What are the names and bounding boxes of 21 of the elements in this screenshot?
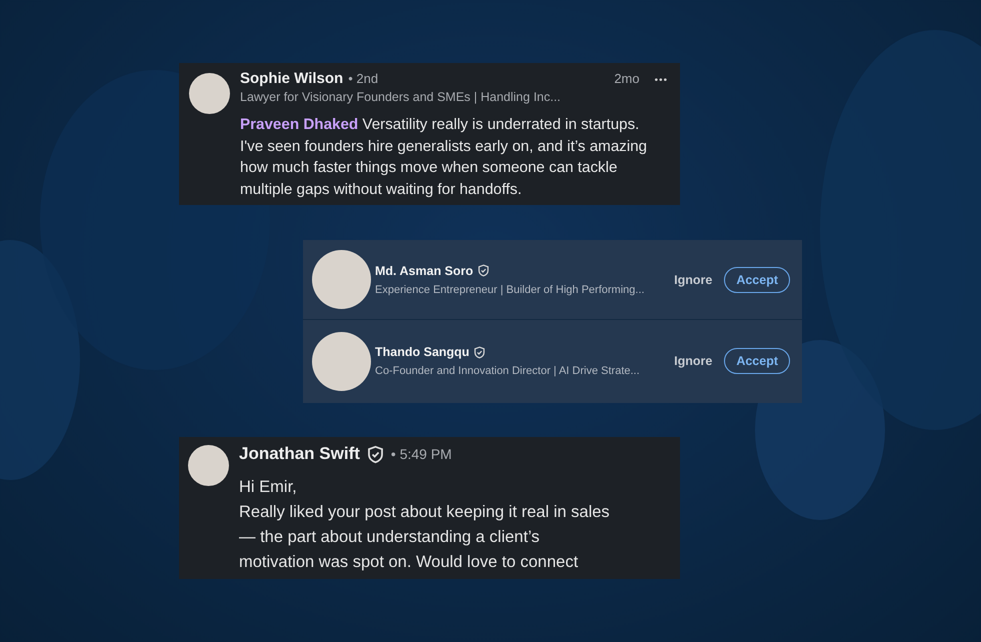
message-text: Really liked your post about keeping it real in sales — the part about understanding a client’s motivation was spot on. Would love to connect bbox=[239, 502, 611, 573]
accept-button[interactable]: Accept bbox=[724, 348, 790, 374]
person-headline: Co-Founder and Innovation Director | AI Drive Strate... bbox=[375, 365, 641, 377]
mention-link[interactable]: Praveen Dhaked bbox=[240, 116, 358, 133]
author-name[interactable]: Sophie Wilson bbox=[240, 70, 344, 87]
more-button[interactable]: ••• bbox=[654, 75, 668, 86]
sender-name[interactable]: Jonathan Swift bbox=[239, 444, 360, 464]
person-headline: Experience Entrepreneur | Builder of High Performing... bbox=[375, 284, 646, 296]
comment-time: 2mo bbox=[614, 71, 640, 86]
message-greeting: Hi Emir, bbox=[239, 477, 298, 498]
author-headline: Lawyer for Visionary Founders and SMEs | Handling Inc... bbox=[240, 90, 562, 104]
ignore-button[interactable]: Ignore bbox=[674, 354, 712, 368]
comment-text: Praveen Dhaked Versatility really is underrated in startups. I've seen founders hire generalists early on, and it’s amazing how much faster things move when someone can tackle multiple gaps without waiting for handoffs. bbox=[240, 115, 648, 200]
ignore-button[interactable]: Ignore bbox=[674, 272, 712, 286]
connection-degree: • 2nd bbox=[348, 71, 378, 86]
person-name[interactable]: Thando Sangqu bbox=[375, 345, 470, 359]
message-time: • 5:49 PM bbox=[390, 446, 452, 462]
person-name[interactable]: Md. Asman Soro bbox=[375, 264, 474, 278]
accept-button[interactable]: Accept bbox=[724, 266, 790, 292]
avatar-photo bbox=[189, 73, 230, 114]
avatar-photo bbox=[188, 445, 229, 486]
